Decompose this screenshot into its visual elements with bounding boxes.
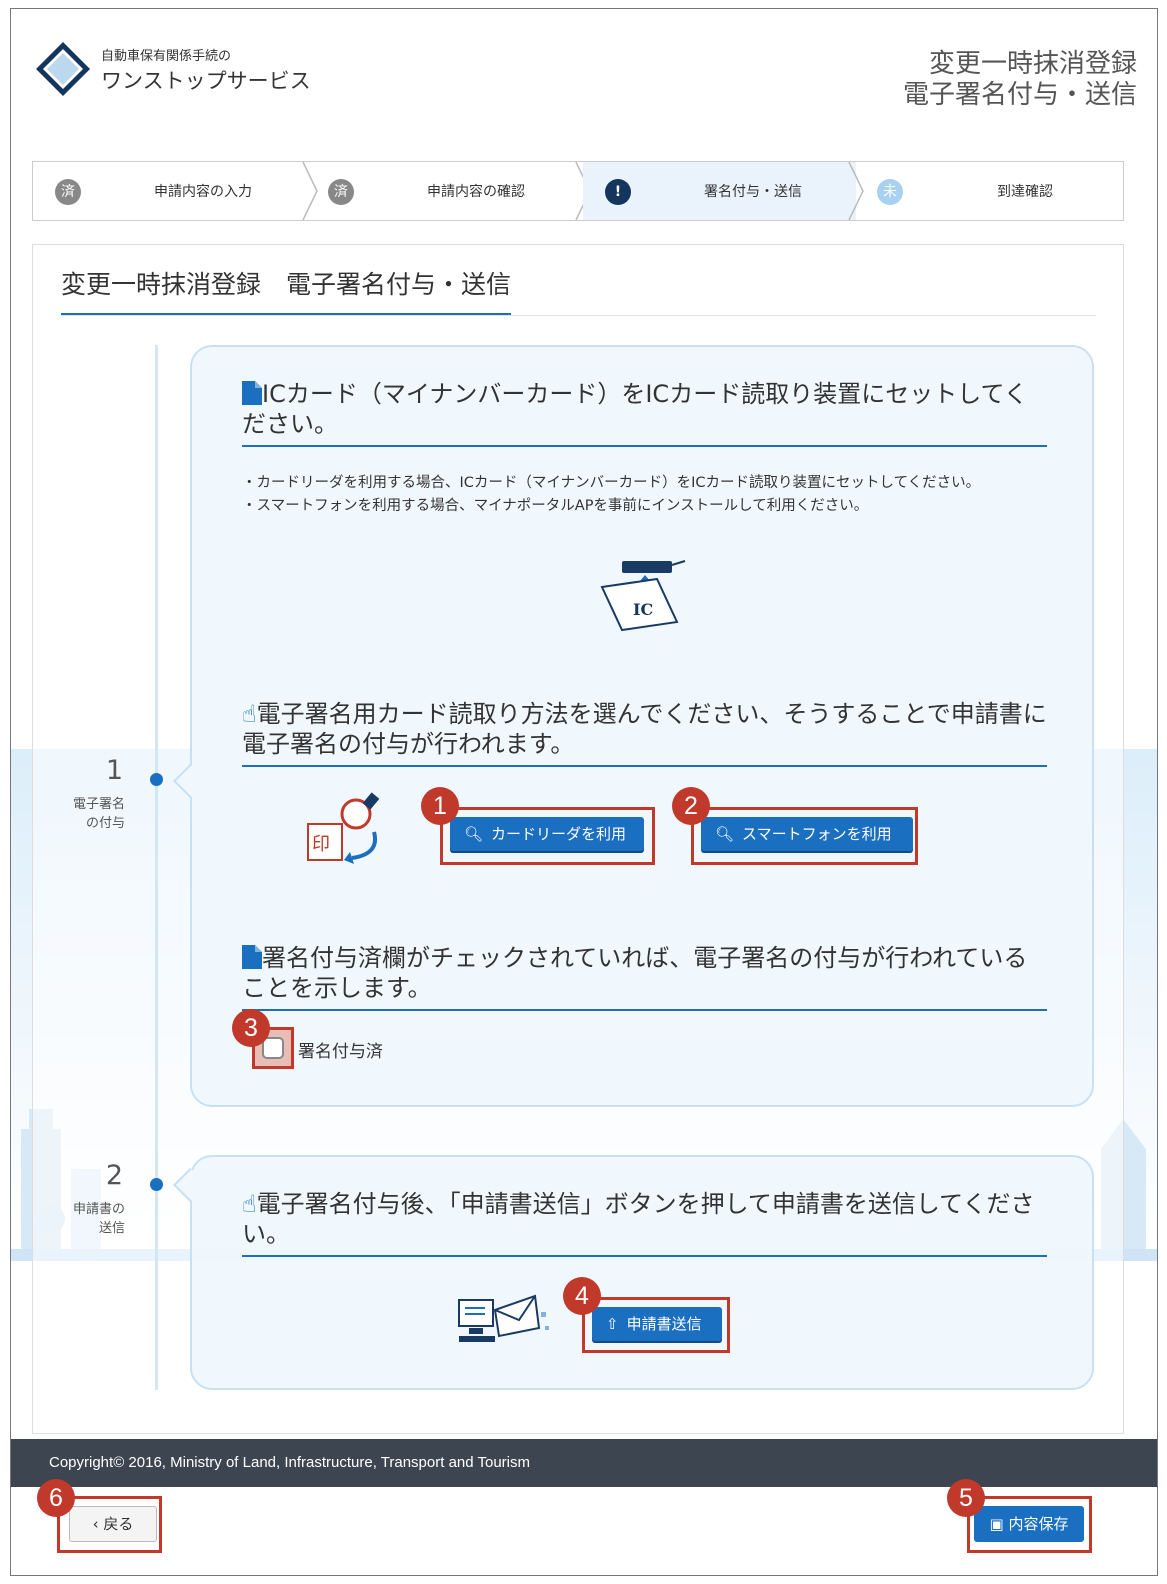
step-input: 済 申請内容の入力 (33, 162, 306, 220)
note-smartphone: ・スマートフォンを利用する場合、マイナポータルAPを事前にインストールして利用く… (242, 498, 869, 514)
card-pointer (173, 1168, 207, 1202)
ic-card-heading-text: ICカード（マイナンバーカード）をICカード読取り装置にセットしてください。 (242, 380, 1028, 438)
header-title-line2: 電子署名付与・送信 (902, 80, 1137, 110)
annotation-badge-6: 6 (37, 1479, 75, 1517)
step-current-icon: ! (605, 179, 631, 205)
pointing-hand-icon: ☝ (242, 700, 257, 728)
logo-title: ワンストップサービス (101, 69, 311, 93)
highlight-box-1 (440, 807, 655, 865)
step-confirm: 済 申請内容の確認 (306, 162, 579, 220)
logo-subtitle: 自動車保有関係手続の (101, 49, 232, 64)
step2-label-line2: 送信 (98, 1221, 125, 1236)
header-title: 変更一時抹消登録 電子署名付与・送信 (903, 49, 1137, 111)
highlight-box-4 (582, 1297, 730, 1353)
step1-label: 電子署名 の付与 (55, 795, 125, 833)
timeline-line (155, 345, 158, 1390)
step-label: 申請内容の確認 (427, 184, 525, 200)
instruction-notes: ・カードリーダを利用する場合、ICカード（マイナンバーカード）をICカード読取り… (242, 472, 1047, 518)
send-heading: ☝電子署名付与後、「申請書送信」ボタンを押して申請書を送信してください。 (242, 1189, 1047, 1257)
step1-label-line1: 電子署名 (72, 797, 125, 812)
step-label: 署名付与・送信 (704, 184, 802, 200)
step-label: 申請内容の入力 (154, 184, 252, 200)
note-card-reader: ・カードリーダを利用する場合、ICカード（マイナンバーカード）をICカード読取り… (242, 475, 981, 491)
step1-label-line2: の付与 (85, 816, 125, 831)
ic-label: IC (633, 600, 653, 619)
signed-status-heading: 署名付与済欄がチェックされていれば、電子署名の付与が行われていることを示します。 (242, 943, 1047, 1011)
seal-label: 印 (312, 834, 330, 855)
step2-label: 申請書の 送信 (55, 1200, 125, 1238)
timeline-dot-2 (150, 1178, 163, 1191)
highlight-box-5 (967, 1496, 1092, 1553)
step1-number: 1 (105, 755, 123, 786)
timeline-dot-1 (150, 773, 163, 786)
seal-stamp-icon: 印 (307, 792, 380, 864)
progress-steps: 済 申請内容の入力 済 申請内容の確認 ! 署名付与・送信 未 到達確認 (32, 161, 1124, 221)
main-panel: 変更一時抹消登録 電子署名付与・送信 1 電子署名 の付与 2 申請書の 送信 … (32, 244, 1124, 1434)
annotation-badge-3: 3 (232, 1009, 270, 1047)
document-icon (242, 381, 262, 405)
header: 自動車保有関係手続の ワンストップサービス 変更一時抹消登録 電子署名付与・送信 (11, 9, 1157, 159)
footer: Copyright© 2016, Ministry of Land, Infra… (11, 1439, 1157, 1487)
send-heading-text: 電子署名付与後、「申請書送信」ボタンを押して申請書を送信してください。 (242, 1190, 1035, 1248)
signature-card: ICカード（マイナンバーカード）をICカード読取り装置にセットしてください。 ・… (173, 345, 1094, 1107)
page-title: 変更一時抹消登録 電子署名付与・送信 (61, 265, 512, 315)
annotation-badge-1: 1 (421, 787, 459, 825)
diamond-logo-icon (36, 42, 90, 96)
title-divider (61, 315, 1096, 316)
annotation-badge-4: 4 (563, 1277, 601, 1315)
annotation-badge-5: 5 (947, 1479, 985, 1517)
step-done-icon: 済 (328, 179, 354, 205)
signed-status-heading-text: 署名付与済欄がチェックされていれば、電子署名の付与が行われていることを示します。 (242, 944, 1028, 1002)
annotation-badge-2: 2 (672, 787, 710, 825)
step-arrival: 未 到達確認 (855, 162, 1128, 220)
pointing-hand-icon: ☝ (242, 1190, 257, 1218)
ic-card-heading: ICカード（マイナンバーカード）をICカード読取り装置にセットしてください。 (242, 379, 1047, 447)
step-sign-send: ! 署名付与・送信 (583, 162, 856, 220)
step2-number: 2 (105, 1160, 123, 1191)
page-frame: 自動車保有関係手続の ワンストップサービス 変更一時抹消登録 電子署名付与・送信… (10, 8, 1158, 1576)
step2-label-line1: 申請書の (72, 1202, 125, 1217)
document-icon (242, 945, 262, 969)
header-title-line1: 変更一時抹消登録 (928, 49, 1137, 79)
signed-checkbox-label: 署名付与済 (298, 1042, 383, 1062)
step-pending-icon: 未 (877, 179, 903, 205)
method-heading-text: 電子署名用カード読取り方法を選んでください、そうすることで申請書に電子署名の付与… (242, 700, 1047, 758)
send-card: ☝電子署名付与後、「申請書送信」ボタンを押して申請書を送信してください。 ⇧ 申請… (173, 1155, 1094, 1390)
step-done-icon: 済 (55, 179, 81, 205)
step-label: 到達確認 (997, 184, 1053, 200)
computer-mail-icon (458, 1294, 549, 1342)
method-heading: ☝電子署名用カード読取り方法を選んでください、そうすることで申請書に電子署名の付… (242, 699, 1047, 767)
highlight-box-2 (691, 807, 918, 865)
ic-card-reader-icon: IC (600, 560, 686, 632)
card-pointer (173, 764, 207, 798)
